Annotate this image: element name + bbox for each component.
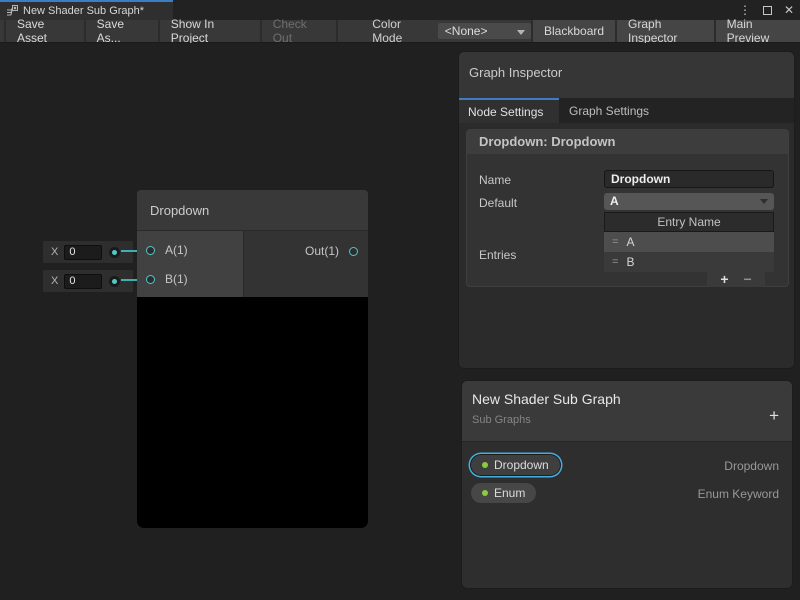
color-mode-label: Color Mode	[366, 20, 436, 42]
blackboard-panel: New Shader Sub Graph Sub Graphs + Dropdo…	[461, 380, 793, 589]
maximize-icon[interactable]	[763, 6, 772, 15]
entries-label: Entries	[479, 248, 516, 262]
dropdown-arrow-icon	[517, 30, 525, 35]
widget-port-icon[interactable]	[109, 276, 120, 287]
tab-title: New Shader Sub Graph*	[23, 5, 144, 17]
widget-port-icon[interactable]	[109, 247, 120, 258]
graph-inspector-panel: Graph Inspector Node Settings Graph Sett…	[458, 51, 795, 369]
port-out-icon[interactable]	[349, 247, 358, 256]
property-dot-icon	[482, 462, 488, 468]
entry-row[interactable]: = B	[604, 252, 774, 272]
entries-list: Entry Name = A = B	[604, 212, 774, 272]
save-as-button[interactable]: Save As...	[86, 20, 160, 42]
entry-name: A	[626, 235, 634, 249]
port-a-label: A(1)	[165, 243, 188, 257]
property-type-label: Dropdown	[724, 459, 779, 473]
port-b-label: B(1)	[165, 272, 188, 286]
drag-handle-icon[interactable]: =	[612, 256, 618, 268]
section-title: Dropdown: Dropdown	[467, 130, 788, 154]
add-entry-button[interactable]: +	[720, 272, 728, 286]
drag-handle-icon[interactable]: =	[612, 236, 618, 248]
node-input-section	[137, 231, 244, 297]
remove-entry-button[interactable]: −	[744, 272, 752, 286]
blackboard-header[interactable]: New Shader Sub Graph Sub Graphs +	[462, 381, 792, 442]
inspector-tabs: Node Settings Graph Settings	[459, 98, 794, 123]
tab-node-settings[interactable]: Node Settings	[459, 98, 559, 123]
node-title-bar[interactable]: Dropdown	[137, 190, 368, 231]
property-label: Enum	[494, 486, 525, 500]
axis-label: X	[51, 246, 58, 258]
node-output-section	[244, 231, 368, 297]
property-type-label: Enum Keyword	[698, 487, 779, 501]
blackboard-toggle-button[interactable]: Blackboard	[531, 20, 615, 42]
property-label: Dropdown	[494, 458, 549, 472]
port-out-label: Out(1)	[305, 244, 339, 258]
property-dot-icon	[482, 490, 488, 496]
node-title: Dropdown	[150, 203, 209, 218]
node-body: A(1) B(1) Out(1)	[137, 231, 368, 297]
name-label: Name	[479, 173, 511, 187]
dropdown-settings-section: Dropdown: Dropdown Name Dropdown Default…	[466, 129, 789, 287]
color-mode-dropdown[interactable]: <None>	[438, 23, 531, 39]
blackboard-subtitle: Sub Graphs	[462, 407, 792, 426]
color-mode-value: <None>	[445, 24, 488, 38]
input-b-value-widget: X 0	[43, 270, 133, 292]
graph-inspector-toggle-button[interactable]: Graph Inspector	[615, 20, 714, 42]
save-asset-button[interactable]: Save Asset	[4, 20, 86, 42]
port-b-icon[interactable]	[146, 275, 155, 284]
node-preview	[137, 297, 368, 528]
dropdown-node[interactable]: Dropdown A(1) B(1) Out(1)	[137, 190, 368, 528]
port-a-icon[interactable]	[146, 246, 155, 255]
toolbar: Save Asset Save As... Show In Project Ch…	[0, 20, 800, 43]
main-preview-toggle-button[interactable]: Main Preview	[714, 20, 800, 42]
axis-label: X	[51, 275, 58, 287]
node-settings-content: Dropdown: Dropdown Name Dropdown Default…	[459, 123, 794, 369]
entry-name: B	[626, 255, 634, 269]
show-in-project-button[interactable]: Show In Project	[160, 20, 262, 42]
entries-footer: + −	[707, 270, 765, 287]
input-a-value-field[interactable]: 0	[64, 245, 102, 260]
graph-canvas[interactable]: X 0 X 0 Dropdown A(1) B(1) Out(1) Graph …	[0, 43, 800, 600]
input-a-value-widget: X 0	[43, 241, 133, 263]
input-b-value-field[interactable]: 0	[64, 274, 102, 289]
default-dropdown[interactable]: A	[604, 193, 774, 210]
blackboard-body: Dropdown Dropdown Enum Enum Keyword	[462, 442, 792, 589]
blackboard-title: New Shader Sub Graph	[462, 381, 792, 407]
tab-graph-settings[interactable]: Graph Settings	[559, 98, 649, 123]
default-value: A	[610, 194, 619, 208]
entry-row[interactable]: = A	[604, 232, 774, 252]
property-pill-dropdown[interactable]: Dropdown	[471, 455, 560, 475]
name-field[interactable]: Dropdown	[604, 170, 774, 188]
default-label: Default	[479, 196, 517, 210]
check-out-button[interactable]: Check Out	[262, 20, 339, 42]
dropdown-arrow-icon	[760, 199, 768, 204]
add-property-button[interactable]: +	[769, 407, 779, 424]
shader-graph-icon	[6, 5, 18, 17]
inspector-title[interactable]: Graph Inspector	[459, 52, 794, 98]
entries-header: Entry Name	[604, 212, 774, 232]
property-pill-enum[interactable]: Enum	[471, 483, 536, 503]
